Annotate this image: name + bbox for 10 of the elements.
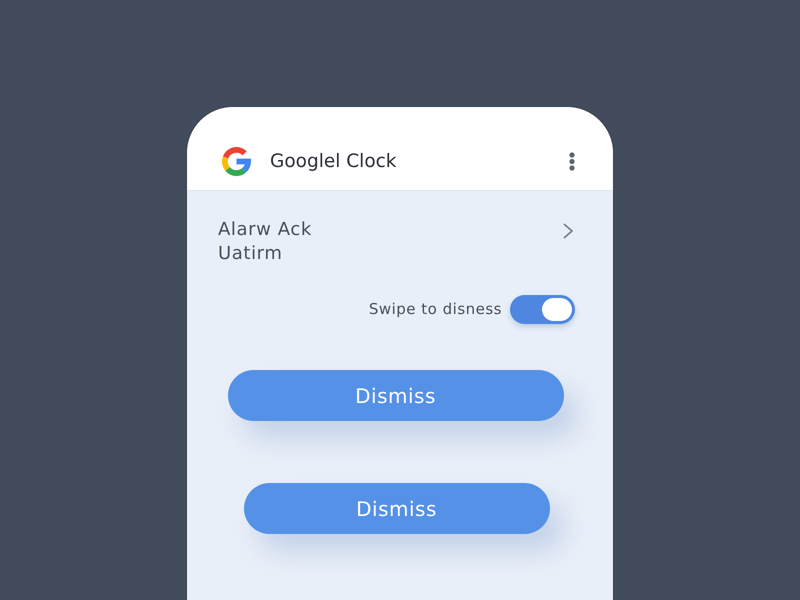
app-title: Googlel Clock [270, 150, 397, 174]
chevron-right-icon[interactable] [563, 223, 574, 239]
switch-label: Swipe to disness [368, 299, 502, 320]
alarm-subtitle: Uatirm [218, 242, 284, 266]
toggle-switch[interactable] [510, 295, 575, 324]
more-menu-icon[interactable] [569, 152, 575, 171]
g-logo-icon [222, 147, 251, 176]
dismiss-button[interactable]: Dismiss [228, 370, 564, 421]
alarm-title: Alarw Ack [218, 218, 312, 242]
dismiss-button[interactable]: Dismiss [244, 483, 550, 534]
